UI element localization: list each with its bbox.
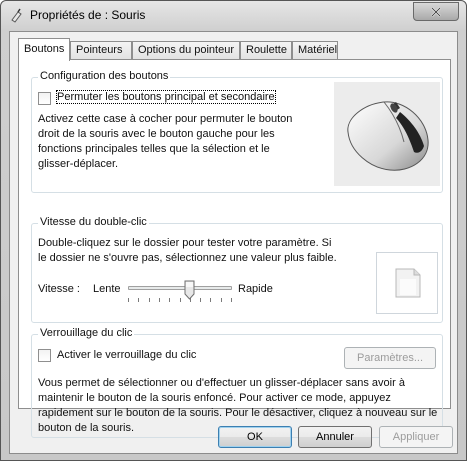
mouse-properties-window: Propriétés de : Souris Boutons Pointeurs… [0,0,467,461]
slider-tick [200,298,201,302]
tab-roulette[interactable]: Roulette [240,41,292,60]
tab-panel-boutons: Configuration des boutons Permuter les b… [18,59,451,438]
group-button-configuration: Configuration des boutons Permuter les b… [31,70,443,193]
group-title-double-click-speed: Vitesse du double-clic [38,216,149,228]
slider-thumb[interactable] [184,280,195,300]
close-icon [431,6,441,17]
swap-buttons-label[interactable]: Permuter les boutons principal et second… [56,90,276,104]
slider-tick [221,298,222,302]
ok-button[interactable]: OK [218,426,292,448]
mouse-properties-icon [11,8,22,23]
slider-tick [138,298,139,302]
slider-tick [149,298,150,302]
cancel-button[interactable]: Annuler [298,426,372,448]
group-title-button-configuration: Configuration des boutons [38,70,171,82]
swap-buttons-checkbox[interactable] [38,92,51,105]
test-folder-icon [395,268,421,298]
double-click-description: Double-cliquez sur le dossier pour teste… [38,237,337,264]
tab-boutons[interactable]: Boutons [18,38,70,61]
click-lock-settings-button[interactable]: Paramètres... [344,347,436,369]
test-folder-box[interactable] [376,252,438,314]
speed-slow-label: Lente [93,283,121,295]
window-title: Propriétés de : Souris [30,8,146,22]
double-click-speed-slider[interactable] [128,280,232,304]
slider-tick [180,298,181,302]
group-title-click-lock: Verrouillage du clic [38,327,135,339]
close-button[interactable] [413,2,459,21]
swap-buttons-description: Activez cette case à cocher pour permute… [38,113,293,170]
slider-tick [159,298,160,302]
group-double-click-speed: Vitesse du double-clic Double-cliquez su… [31,216,443,323]
speed-fast-label: Rapide [238,283,273,295]
group-click-lock: Verrouillage du clic Activer le verrouil… [31,327,443,438]
slider-tick [231,298,232,302]
mouse-illustration-icon [334,82,440,186]
slider-tick [210,298,211,302]
click-lock-checkbox[interactable] [38,349,51,362]
speed-label: Vitesse : [38,283,80,295]
click-lock-label[interactable]: Activer le verrouillage du clic [57,349,196,361]
slider-track [128,286,232,290]
tab-pointeurs[interactable]: Pointeurs [70,41,132,60]
tab-options-du-pointeur[interactable]: Options du pointeur [132,41,240,60]
tab-materiel[interactable]: Matériel [292,41,338,60]
apply-button[interactable]: Appliquer [379,426,453,448]
slider-tick [128,298,129,302]
dialog-client-area: Boutons Pointeurs Options du pointeur Ro… [9,31,458,454]
slider-tick [169,298,170,302]
title-bar[interactable]: Propriétés de : Souris [1,1,466,31]
